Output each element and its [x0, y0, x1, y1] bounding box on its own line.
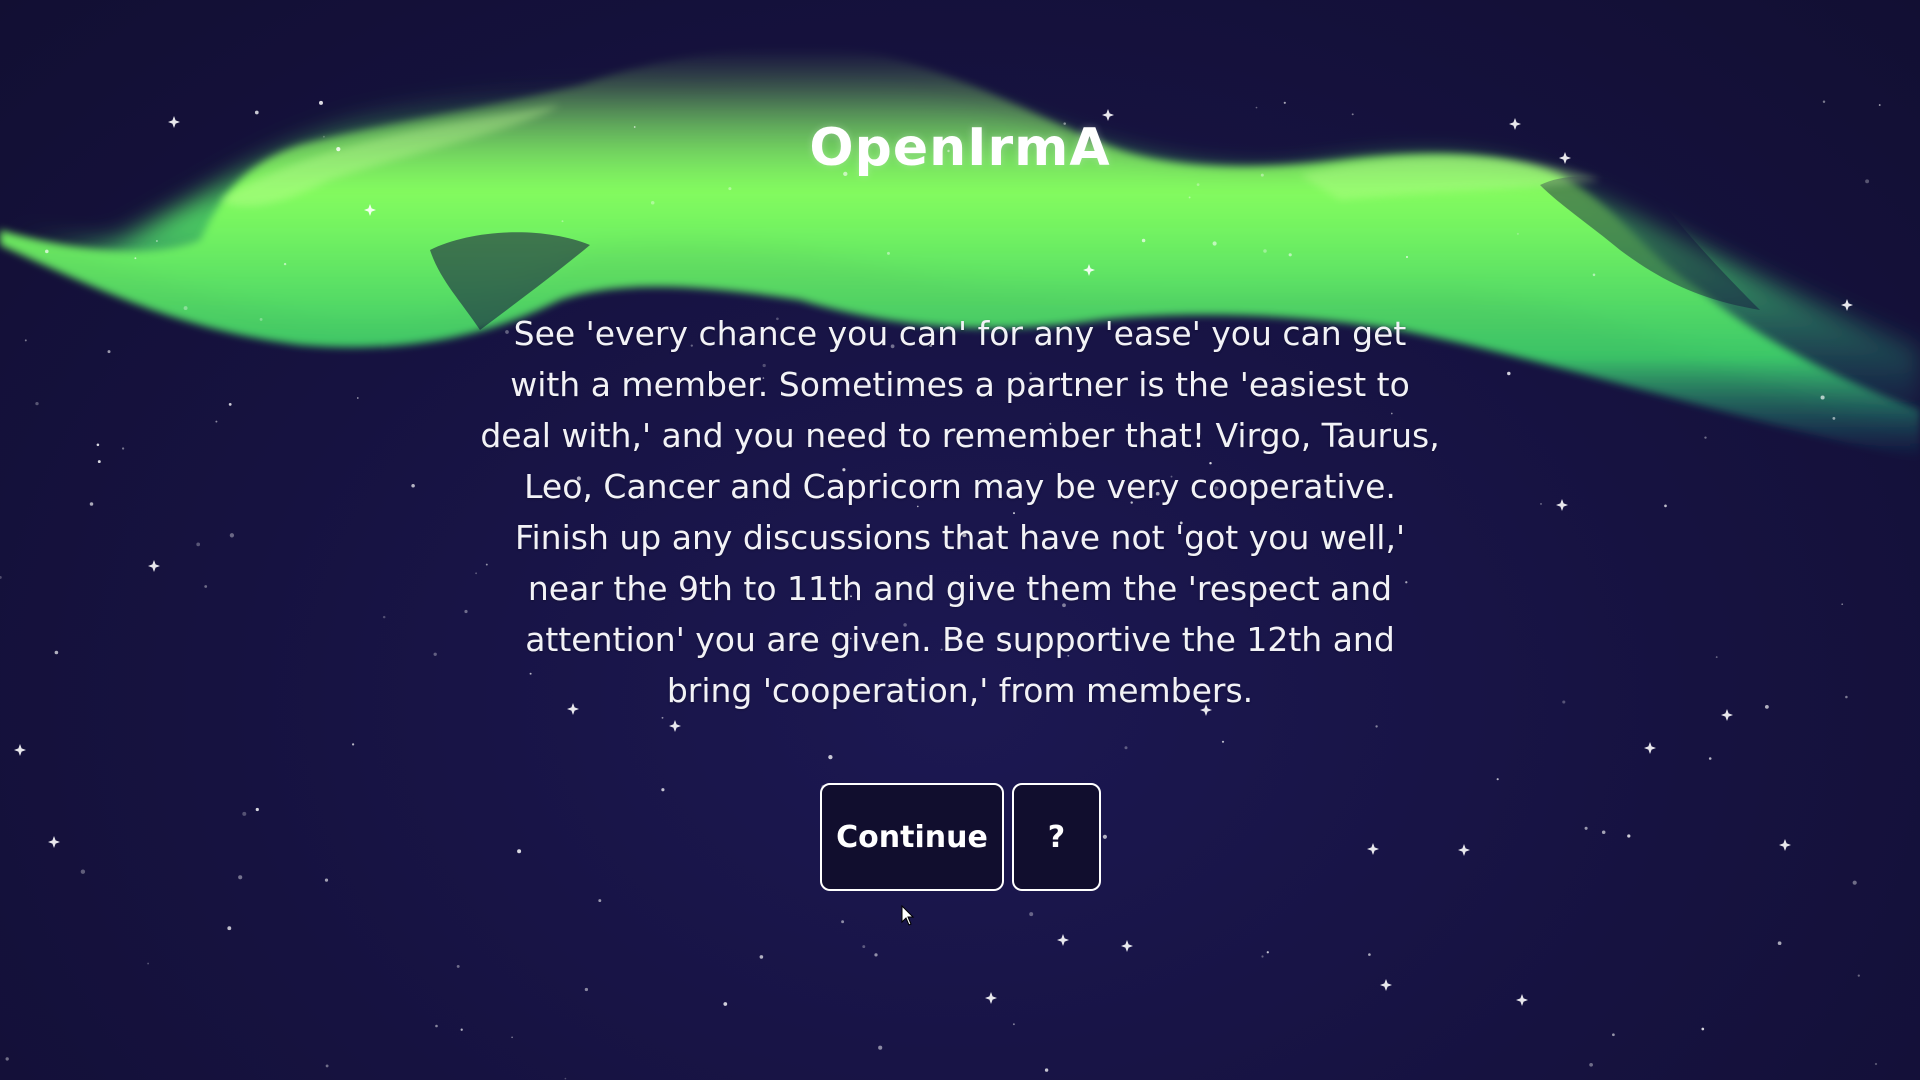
app-screen: OpenIrmA See 'every chance you can' for …	[0, 0, 1920, 1080]
continue-button[interactable]: Continue	[820, 783, 1004, 891]
mouse-pointer-icon	[901, 905, 915, 926]
app-title: OpenIrmA	[809, 118, 1111, 178]
action-buttons: Continue ?	[820, 783, 1101, 891]
horoscope-message: See 'every chance you can' for any 'ease…	[480, 314, 1440, 710]
help-button[interactable]: ?	[1012, 783, 1101, 891]
